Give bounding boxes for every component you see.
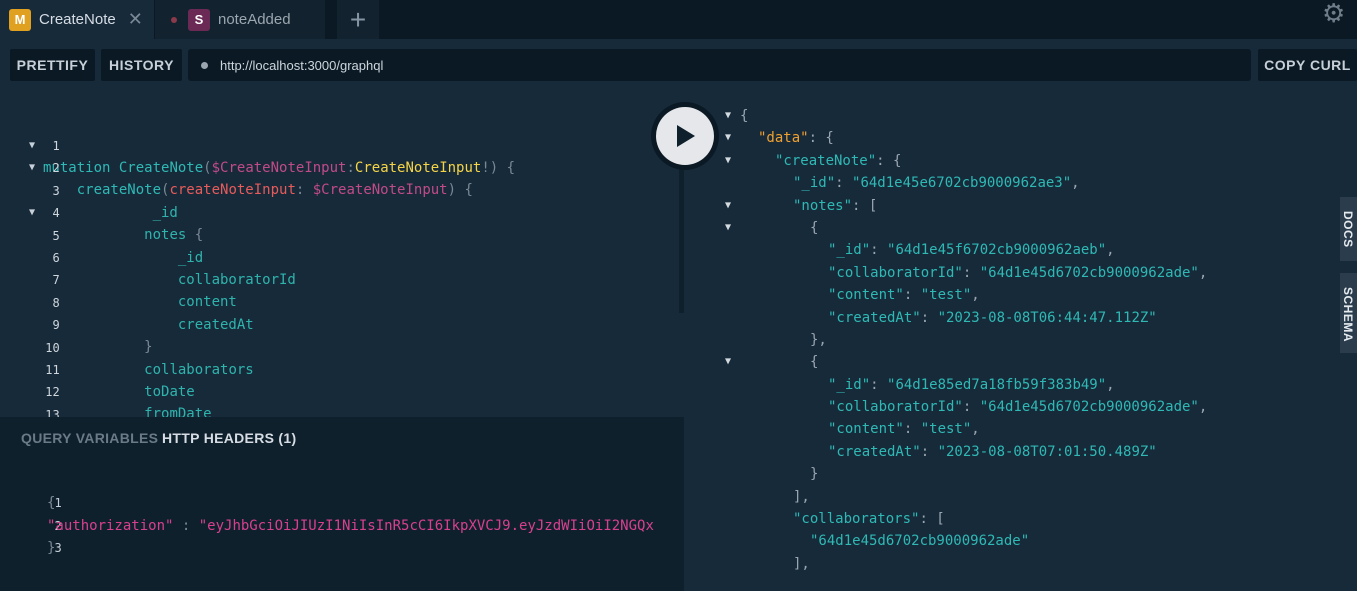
- code-line: 2 "authorization" : "eyJhbGciOiJIUzI1NiIs…: [47, 518, 654, 534]
- endpoint-url-field[interactable]: http://localhost:3000/graphql: [188, 49, 1251, 81]
- code-line: 9 }: [52, 318, 153, 355]
- tab-createnote[interactable]: M CreateNote ✕: [0, 0, 154, 39]
- code-line: 13 destination: [45, 408, 60, 417]
- query-editor[interactable]: 1 ▼ mutation CreateNote($CreateNoteInput:…: [0, 93, 684, 417]
- tab-bar: M CreateNote ✕ S noteAdded + ⚙: [0, 0, 1357, 39]
- code-line: 1 ▼ mutation CreateNote($CreateNoteInput:…: [0, 113, 684, 176]
- docs-tab[interactable]: DOCS: [1340, 197, 1357, 261]
- code-line: 3}: [47, 540, 62, 556]
- code-line: 4 ▼ notes {: [0, 180, 684, 243]
- unsaved-dot-icon: [171, 16, 177, 23]
- variables-pane: QUERY VARIABLES HTTP HEADERS (1) 1{ 2 "au…: [0, 417, 684, 591]
- subscription-badge: S: [188, 8, 210, 31]
- status-dot-icon: [201, 61, 208, 69]
- fold-arrow-icon[interactable]: ▼: [725, 150, 731, 172]
- gear-icon[interactable]: ⚙: [1322, 0, 1345, 29]
- code-line: 1{: [47, 495, 62, 511]
- fold-arrow-icon[interactable]: ▼: [725, 351, 731, 373]
- code-line: 6 collaboratorId: [52, 251, 296, 288]
- tab-label: noteAdded: [218, 11, 291, 28]
- code-line: 12 fromDate: [45, 385, 212, 417]
- plus-icon[interactable]: +: [337, 0, 379, 39]
- close-icon[interactable]: ✕: [128, 9, 143, 30]
- code-line: 8 createdAt: [52, 296, 254, 333]
- tab-query-variables[interactable]: QUERY VARIABLES: [21, 430, 158, 446]
- tab-http-headers[interactable]: HTTP HEADERS (1): [162, 430, 296, 446]
- history-button[interactable]: HISTORY: [101, 49, 182, 81]
- code-line: 7 content: [52, 273, 237, 310]
- prettify-button[interactable]: PRETTIFY: [10, 49, 95, 81]
- code-line: 11 toDate: [45, 363, 195, 400]
- code-line: 3 _id: [52, 184, 178, 221]
- mutation-badge: M: [9, 8, 31, 31]
- fold-arrow-icon[interactable]: ▼: [725, 127, 731, 149]
- result-viewer: ▼{ ▼ "data": { ▼ "createNote": { "_id": "6…: [684, 93, 1340, 575]
- copy-curl-button[interactable]: COPY CURL: [1258, 49, 1357, 81]
- code-line: 10 collaborators: [45, 341, 254, 378]
- code-line: 5 _id: [52, 229, 204, 266]
- schema-tab[interactable]: SCHEMA: [1340, 273, 1357, 353]
- run-button[interactable]: [651, 102, 719, 170]
- code-line: 2 ▼ createNote(createNoteInput: $CreateNo…: [0, 135, 684, 198]
- tab-noteadded[interactable]: S noteAdded: [155, 0, 325, 39]
- fold-arrow-icon[interactable]: ▼: [725, 217, 731, 239]
- endpoint-url: http://localhost:3000/graphql: [220, 57, 384, 73]
- fold-arrow-icon[interactable]: ▼: [725, 105, 731, 127]
- tab-label: CreateNote: [39, 11, 116, 28]
- fold-arrow-icon[interactable]: ▼: [725, 195, 731, 217]
- play-icon[interactable]: [656, 107, 714, 165]
